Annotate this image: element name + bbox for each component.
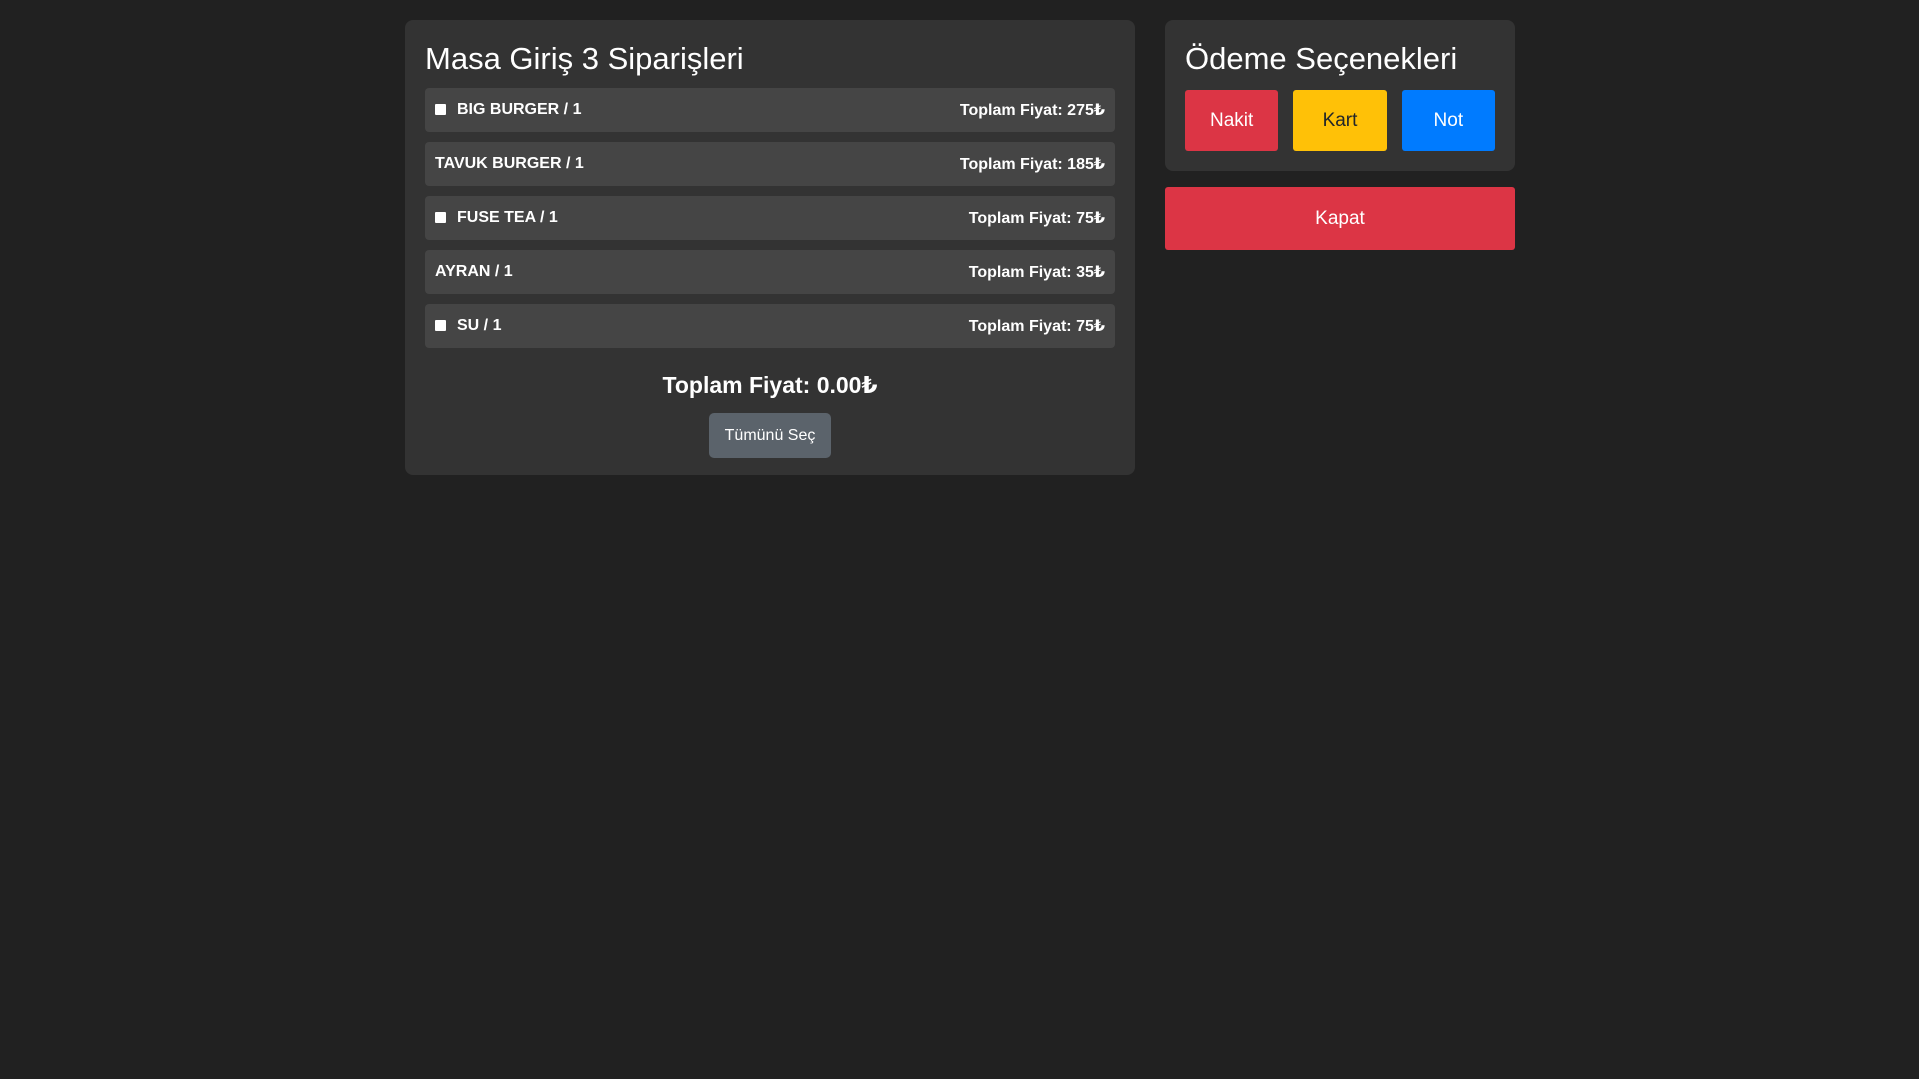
select-all-button[interactable]: Tümünü Seç (709, 413, 831, 458)
page-container: Masa Giriş 3 Siparişleri BIG BURGER / 1 … (405, 20, 1515, 475)
card-button[interactable]: Kart (1293, 90, 1387, 151)
order-checkbox[interactable] (435, 319, 446, 331)
close-button[interactable]: Kapat (1165, 187, 1515, 250)
order-name: FUSE TEA / 1 (457, 209, 558, 226)
order-checkbox[interactable] (435, 211, 446, 223)
order-price: Toplam Fiyat: 35₺ (968, 264, 1105, 281)
payment-panel: Ödeme Seçenekleri Nakit Kart Not (1165, 20, 1515, 171)
orders-panel: Masa Giriş 3 Siparişleri BIG BURGER / 1 … (405, 20, 1135, 475)
order-left: BIG BURGER / 1 (435, 101, 581, 119)
order-left: SU / 1 (435, 317, 501, 335)
order-name: BIG BURGER / 1 (457, 101, 582, 118)
payment-title: Ödeme Seçenekleri (1185, 41, 1458, 76)
order-left: FUSE TEA / 1 (435, 209, 558, 227)
order-list: BIG BURGER / 1 Toplam Fiyat: 275₺ TAVUK … (425, 88, 1115, 348)
order-row[interactable]: AYRAN / 1 Toplam Fiyat: 35₺ (425, 250, 1115, 294)
order-price: Toplam Fiyat: 75₺ (968, 210, 1105, 227)
cash-button[interactable]: Nakit (1185, 90, 1279, 151)
note-button[interactable]: Not (1401, 90, 1495, 151)
order-row[interactable]: TAVUK BURGER / 1 Toplam Fiyat: 185₺ (425, 142, 1115, 186)
order-row[interactable]: BIG BURGER / 1 Toplam Fiyat: 275₺ (425, 88, 1115, 132)
order-price: Toplam Fiyat: 75₺ (968, 318, 1105, 335)
total-price: Toplam Fiyat: 0.00₺ (662, 372, 878, 398)
order-name: SU / 1 (457, 317, 502, 334)
side-column: Ödeme Seçenekleri Nakit Kart Not Kapat (1165, 20, 1515, 250)
order-row[interactable]: FUSE TEA / 1 Toplam Fiyat: 75₺ (425, 196, 1115, 240)
order-name: AYRAN / 1 (435, 263, 513, 280)
payment-buttons: Nakit Kart Not (1185, 90, 1495, 151)
order-name: TAVUK BURGER / 1 (435, 155, 584, 172)
order-left: AYRAN / 1 (435, 263, 513, 281)
order-price: Toplam Fiyat: 185₺ (959, 156, 1105, 173)
order-left: TAVUK BURGER / 1 (435, 155, 584, 173)
order-price: Toplam Fiyat: 275₺ (959, 102, 1105, 119)
order-checkbox[interactable] (435, 103, 446, 115)
order-row[interactable]: SU / 1 Toplam Fiyat: 75₺ (425, 304, 1115, 348)
orders-title: Masa Giriş 3 Siparişleri (425, 41, 744, 76)
